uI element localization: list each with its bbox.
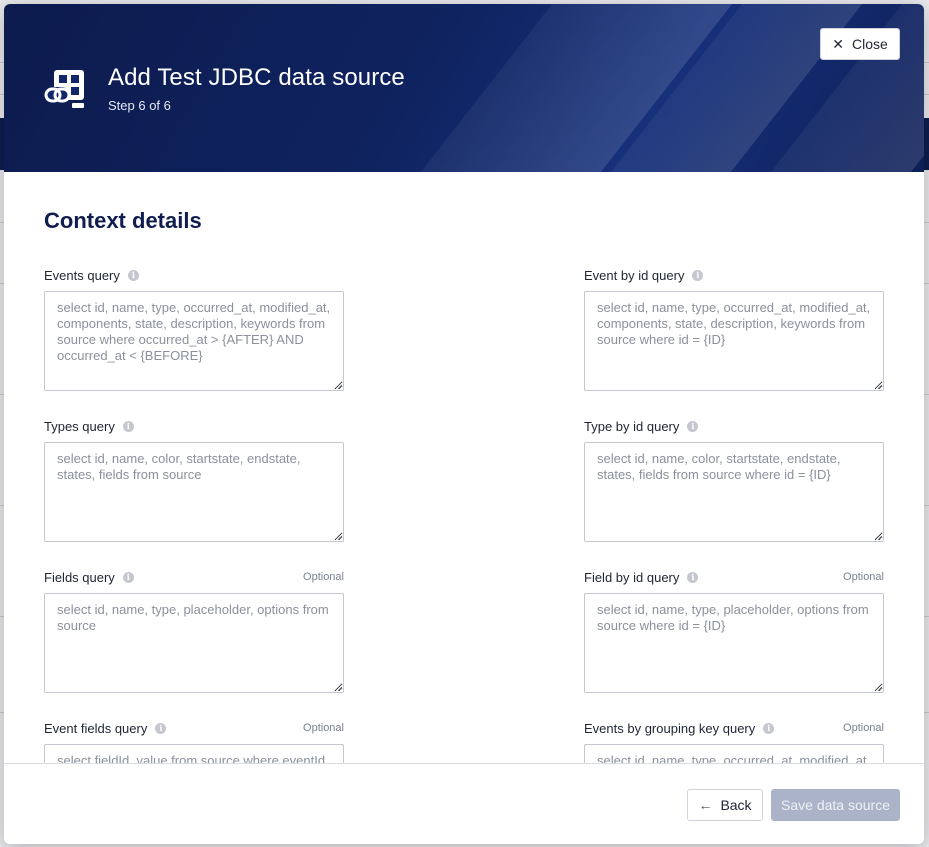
field-label: Type by id query [584, 418, 680, 434]
types-query-field: Types query i select id, name, color, st… [44, 418, 344, 542]
dialog-title: Add Test JDBC data source [108, 64, 405, 91]
info-icon[interactable]: i [763, 722, 775, 734]
events-by-grouping-key-query-input[interactable]: select id, name, type, occurred_at, modi… [584, 744, 884, 763]
field-by-id-query-field: Field by id query i Optional select id, … [584, 569, 884, 693]
dialog-header: Add Test JDBC data source Step 6 of 6 ✕ … [4, 4, 924, 172]
event-by-id-query-input[interactable]: select id, name, type, occurred_at, modi… [584, 291, 884, 391]
events-by-grouping-key-query-field: Events by grouping key query i Optional … [584, 720, 884, 763]
back-button-label: Back [720, 797, 752, 813]
step-indicator: Step 6 of 6 [108, 98, 171, 113]
dialog-footer: ← Back Save data source [4, 763, 924, 844]
field-label: Event fields query [44, 720, 148, 736]
resize-grip-icon[interactable] [334, 683, 342, 691]
info-icon[interactable]: i [155, 722, 167, 734]
type-by-id-query-field: Type by id query i select id, name, colo… [584, 418, 884, 542]
optional-tag: Optional [303, 571, 344, 583]
optional-tag: Optional [843, 571, 884, 583]
field-label: Event by id query [584, 267, 685, 283]
save-button-label: Save data source [781, 797, 890, 813]
close-button-label: Close [851, 36, 888, 52]
dialog-body: Context details Events query i select id… [4, 172, 924, 763]
resize-grip-icon[interactable] [334, 381, 342, 389]
close-button[interactable]: ✕ Close [820, 28, 900, 60]
section-title: Context details [44, 208, 202, 233]
events-query-input[interactable]: select id, name, type, occurred_at, modi… [44, 291, 344, 391]
back-button[interactable]: ← Back [687, 789, 763, 821]
resize-grip-icon[interactable] [874, 532, 882, 540]
data-source-link-icon [44, 70, 88, 112]
fields-query-input[interactable]: select id, name, type, placeholder, opti… [44, 593, 344, 693]
event-by-id-query-field: Event by id query i select id, name, typ… [584, 267, 884, 391]
resize-grip-icon[interactable] [874, 683, 882, 691]
type-by-id-query-input[interactable]: select id, name, color, startstate, ends… [584, 442, 884, 542]
fields-query-field: Fields query i Optional select id, name,… [44, 569, 344, 693]
info-icon[interactable]: i [127, 269, 139, 281]
info-icon[interactable]: i [122, 420, 134, 432]
add-data-source-dialog: Add Test JDBC data source Step 6 of 6 ✕ … [4, 4, 924, 844]
field-by-id-query-input[interactable]: select id, name, type, placeholder, opti… [584, 593, 884, 693]
events-query-field: Events query i select id, name, type, oc… [44, 267, 344, 391]
types-query-input[interactable]: select id, name, color, startstate, ends… [44, 442, 344, 542]
optional-tag: Optional [303, 722, 344, 734]
field-label: Events query [44, 267, 120, 283]
event-fields-query-field: Event fields query i Optional select fie… [44, 720, 344, 763]
field-label: Field by id query [584, 569, 680, 585]
field-label: Events by grouping key query [584, 720, 756, 736]
optional-tag: Optional [843, 722, 884, 734]
field-label: Types query [44, 418, 115, 434]
info-icon[interactable]: i [687, 420, 699, 432]
field-label: Fields query [44, 569, 115, 585]
info-icon[interactable]: i [692, 269, 704, 281]
resize-grip-icon[interactable] [874, 381, 882, 389]
arrow-left-icon: ← [698, 797, 713, 813]
info-icon[interactable]: i [687, 571, 699, 583]
event-fields-query-input[interactable]: select fieldId, value from source where … [44, 744, 344, 763]
close-icon: ✕ [832, 36, 844, 52]
resize-grip-icon[interactable] [334, 532, 342, 540]
save-data-source-button[interactable]: Save data source [771, 789, 900, 821]
info-icon[interactable]: i [122, 571, 134, 583]
